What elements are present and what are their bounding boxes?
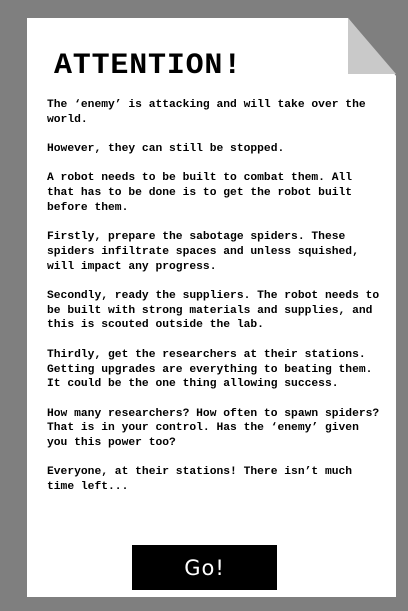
- notice-paragraph: The ‘enemy’ is attacking and will take o…: [47, 99, 366, 126]
- notice-body: The ‘enemy’ is attacking and will take o…: [47, 98, 383, 510]
- notice-paragraph: Everyone, at their stations! There isn’t…: [47, 466, 353, 494]
- notice-title: ATTENTION!: [54, 49, 243, 83]
- notice-paragraph: Thirdly, get the researchers at their st…: [47, 348, 373, 391]
- notice-paragraph: Firstly, prepare the sabotage spiders. T…: [47, 231, 359, 273]
- notice-paragraph: A robot needs to be built to combat them…: [47, 172, 353, 214]
- notice-paragraph: Secondly, ready the suppliers. The robot…: [47, 290, 380, 332]
- notice-paragraph: How many researchers? How often to spawn…: [47, 407, 380, 450]
- folded-corner: [348, 18, 396, 74]
- go-button[interactable]: Go!: [132, 545, 277, 590]
- page-background: ATTENTION! The ‘enemy’ is attacking and …: [0, 0, 408, 611]
- notice-paragraph: However, they can still be stopped.: [47, 143, 285, 156]
